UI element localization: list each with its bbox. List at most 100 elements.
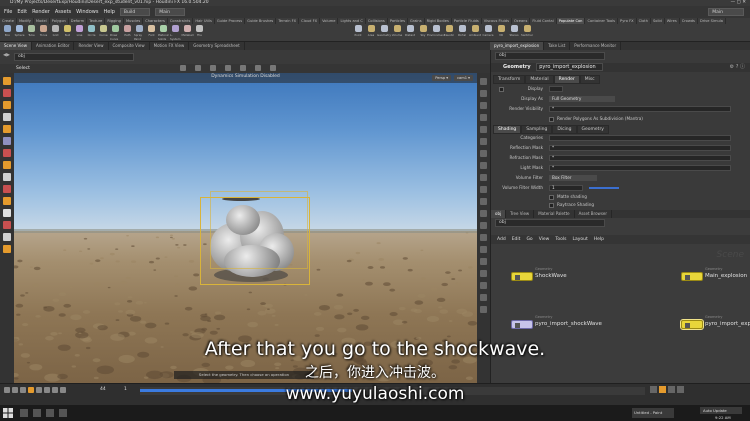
shelf-tool-l-system[interactable]: L-System bbox=[170, 25, 181, 41]
shelf-tool-platonic-solids[interactable]: Platonic Solids bbox=[158, 25, 169, 41]
matte-shading-checkbox[interactable] bbox=[549, 195, 554, 200]
shelf-tool-vr-camera[interactable]: VR bbox=[495, 25, 507, 41]
shelf-tab-5[interactable]: Texture bbox=[87, 18, 106, 24]
volume-filter-width-field[interactable]: 1 bbox=[549, 185, 583, 191]
shelf-tool-camera[interactable]: Camera bbox=[482, 25, 494, 41]
grid-icon[interactable] bbox=[270, 65, 276, 71]
display-flag-icon[interactable] bbox=[685, 323, 690, 328]
network-menu-layout[interactable]: Layout bbox=[572, 235, 587, 244]
light-tool-icon[interactable] bbox=[3, 245, 11, 253]
select-points-icon[interactable] bbox=[195, 65, 201, 71]
shelf-tool-line[interactable]: Line bbox=[74, 25, 85, 41]
param-top-tab-3[interactable]: Misc bbox=[579, 75, 600, 84]
shelf-tab-3[interactable]: Polygon bbox=[50, 18, 69, 24]
network-path[interactable]: obj bbox=[495, 219, 605, 227]
shelf-tool-distant-light[interactable]: Distant bbox=[404, 25, 416, 41]
display-checkbox[interactable] bbox=[499, 87, 504, 92]
shelf-tool-tube[interactable]: Tube bbox=[26, 25, 37, 41]
houdini-icon[interactable] bbox=[59, 409, 67, 417]
param-sub-tab-1[interactable]: Sampling bbox=[521, 125, 553, 134]
volume-filter-width-slider[interactable] bbox=[589, 187, 619, 189]
vis-display-icon[interactable] bbox=[480, 258, 487, 265]
shelf-tab-16[interactable]: Lights and C bbox=[338, 18, 366, 24]
safe-display-icon[interactable] bbox=[480, 282, 487, 289]
display-toggle[interactable] bbox=[549, 86, 563, 92]
shelf-tool-curve[interactable]: Curve bbox=[98, 25, 109, 41]
camera-menu[interactable]: cam1 ▾ bbox=[454, 75, 473, 81]
shelf-tab-20[interactable]: Rigid Bodies bbox=[425, 18, 452, 24]
back-arrow-icon[interactable]: ◀▶ bbox=[3, 53, 10, 58]
move-tool-icon[interactable] bbox=[3, 89, 11, 97]
network-menu-tools[interactable]: Tools bbox=[555, 235, 566, 244]
ref-display-icon[interactable] bbox=[480, 174, 487, 181]
viewport-tab-2[interactable]: Render View bbox=[74, 42, 109, 50]
ghost-display-icon[interactable] bbox=[480, 138, 487, 145]
refraction-mask-field[interactable]: * bbox=[549, 155, 731, 161]
auto-update-button[interactable]: Auto Update bbox=[700, 407, 742, 414]
magnet-tool-icon[interactable] bbox=[3, 185, 11, 193]
shelf-tool-null[interactable]: Null bbox=[62, 25, 73, 41]
home-display-icon[interactable] bbox=[480, 210, 487, 217]
select-prims-icon[interactable] bbox=[225, 65, 231, 71]
network-tab-3[interactable]: Asset Browser bbox=[575, 210, 613, 218]
shelf-tool-point-light[interactable]: Point bbox=[352, 25, 364, 41]
shelf-tab-23[interactable]: Oceans bbox=[512, 18, 531, 24]
viewport-path[interactable]: obj bbox=[14, 53, 134, 61]
node-body[interactable] bbox=[511, 320, 533, 329]
shelf-tool-switcher[interactable]: Switcher bbox=[521, 25, 533, 41]
shelf-tool-volume-light[interactable]: Volume bbox=[391, 25, 403, 41]
bg-display-icon[interactable] bbox=[480, 162, 487, 169]
frame-display-icon[interactable] bbox=[480, 222, 487, 229]
network-tab-2[interactable]: Material Palette bbox=[534, 210, 575, 218]
shelf-tab-21[interactable]: Particle Fluids bbox=[452, 18, 482, 24]
param-gear-icon[interactable]: ⚙ ? ⓘ bbox=[730, 63, 745, 72]
shelf-tab-18[interactable]: Particles bbox=[388, 18, 408, 24]
network-menu-add[interactable]: Add bbox=[497, 235, 506, 244]
display-as-dropdown[interactable]: Full Geometry bbox=[549, 96, 615, 102]
shelf-tab-19[interactable]: Grains bbox=[408, 18, 425, 24]
shelf-tab-32[interactable]: Drive Simula bbox=[698, 18, 726, 24]
light-mask-field[interactable]: * bbox=[549, 165, 731, 171]
shelf-tab-17[interactable]: Collisions bbox=[366, 18, 388, 24]
shelf-tab-12[interactable]: Guide Brushes bbox=[245, 18, 277, 24]
persp-display-icon[interactable] bbox=[480, 186, 487, 193]
param-pane-tab-1[interactable]: Take List bbox=[544, 42, 571, 50]
menu-assets[interactable]: Assets bbox=[55, 9, 71, 15]
shade-display-icon[interactable] bbox=[480, 90, 487, 97]
desktop-main-selector[interactable]: Main bbox=[155, 8, 185, 16]
shelf-tool-box[interactable]: Box bbox=[2, 25, 13, 41]
desktop-right-selector[interactable]: Main bbox=[708, 8, 744, 16]
node-body[interactable] bbox=[681, 272, 703, 281]
select-tool-icon[interactable] bbox=[3, 77, 11, 85]
shelf-tab-29[interactable]: Solid bbox=[651, 18, 665, 24]
snap-icon[interactable] bbox=[255, 65, 261, 71]
points-display-icon[interactable] bbox=[480, 114, 487, 121]
shelf-tab-30[interactable]: Wires bbox=[665, 18, 680, 24]
param-sub-tab-3[interactable]: Geometry bbox=[576, 125, 609, 134]
orbit-tool-icon[interactable] bbox=[3, 233, 11, 241]
menu-render[interactable]: Render bbox=[32, 9, 50, 15]
shelf-tab-15[interactable]: Volume bbox=[320, 18, 339, 24]
shelf-tab-11[interactable]: Guide Process bbox=[215, 18, 246, 24]
viewport-tab-4[interactable]: Motion FX View bbox=[150, 42, 190, 50]
brush-tool-icon[interactable] bbox=[3, 221, 11, 229]
param-pane-tab-2[interactable]: Performance Monitor bbox=[570, 42, 622, 50]
viewport-tab-5[interactable]: Geometry Spreadsheet bbox=[189, 42, 245, 50]
shelf-tool-caustic-light[interactable]: Caustic bbox=[443, 25, 455, 41]
wire-display-icon[interactable] bbox=[480, 102, 487, 109]
info-display-icon[interactable] bbox=[480, 270, 487, 277]
display-flag-icon[interactable] bbox=[515, 323, 520, 328]
menu-edit[interactable]: Edit bbox=[17, 9, 27, 15]
shelf-tool-torus[interactable]: Torus bbox=[38, 25, 49, 41]
viewport-tab-0[interactable]: Scene View bbox=[0, 42, 32, 50]
menu-windows[interactable]: Windows bbox=[76, 9, 98, 15]
pin-display-icon[interactable] bbox=[480, 306, 487, 313]
light-display-icon[interactable] bbox=[480, 78, 487, 85]
shelf-tool-stereo-camera[interactable]: Stereo bbox=[508, 25, 520, 41]
param-sub-tab-2[interactable]: Dicing bbox=[552, 125, 577, 134]
shelf-tool-area-light[interactable]: Area bbox=[365, 25, 377, 41]
explorer-icon[interactable] bbox=[33, 409, 41, 417]
param-sub-tab-0[interactable]: Shading bbox=[493, 125, 522, 134]
task-view-icon[interactable] bbox=[20, 409, 28, 417]
reflection-mask-field[interactable]: * bbox=[549, 145, 731, 151]
